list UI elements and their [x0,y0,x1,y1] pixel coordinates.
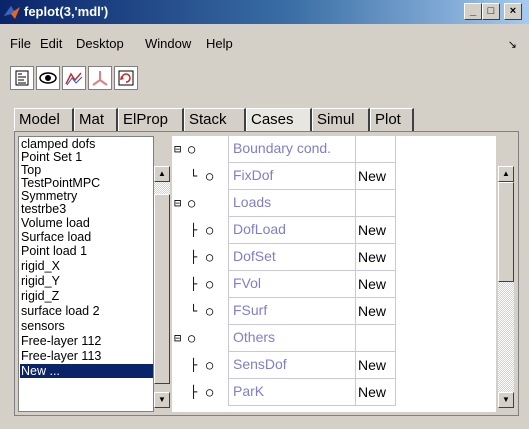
list-item[interactable]: Point load 1 [21,244,87,258]
scroll-up-button[interactable]: ▲ [154,166,170,182]
list-item[interactable]: sensors [21,319,65,333]
tab-plot[interactable]: Plot [370,108,414,132]
refresh-icon [118,70,134,86]
scroll-up-button[interactable]: ▲ [498,166,514,182]
info-button[interactable] [10,66,34,90]
scroll-down-button[interactable]: ▼ [154,392,170,408]
menu-bar: File Edit Desktop Window Help ↘ [0,36,529,56]
list-item[interactable]: Top [21,163,41,177]
mode-shape-icon [65,72,83,86]
tab-cases[interactable]: Cases [246,108,312,132]
tree-row[interactable]: ⊟ ○ Others [172,325,496,352]
axes-button[interactable] [88,66,112,90]
list-item[interactable]: rigid_X [21,259,60,273]
tree-label: FixDof [228,163,356,190]
tab-mat[interactable]: Mat [74,108,118,132]
tree-value[interactable]: New [356,163,396,190]
tree-label: DofSet [228,244,356,271]
tree-label: Loads [228,190,356,217]
tree-row[interactable]: ├ ○ FVol New [172,271,496,298]
list-item[interactable]: rigid_Y [21,274,60,288]
tab-elprop[interactable]: ElProp [118,108,184,132]
scroll-thumb[interactable] [498,182,514,282]
tree-value[interactable]: New [356,379,396,406]
tree-row[interactable]: └ ○ FixDof New [172,163,496,190]
tree-label: Others [228,325,356,352]
view-button[interactable] [36,66,60,90]
list-item[interactable]: clamped dofs [21,137,95,151]
tree-row[interactable]: ├ ○ DofLoad New [172,217,496,244]
list-item[interactable]: Volume load [21,216,90,230]
tree-row[interactable]: ⊟ ○ Loads [172,190,496,217]
list-item-selected[interactable]: New ... [20,364,153,378]
list-item[interactable]: Free-layer 112 [21,334,101,348]
maximize-button[interactable]: □ [482,3,500,20]
tree-label: FVol [228,271,356,298]
scroll-track[interactable] [498,282,514,392]
case-list[interactable]: clamped dofs Point Set 1 Top TestPointMP… [18,136,154,412]
case-tree: ⊟ ○ Boundary cond. └ ○ FixDof New ⊟ ○ Lo… [172,136,496,412]
scroll-track[interactable] [154,182,170,194]
list-item[interactable]: TestPointMPC [21,176,100,190]
list-item[interactable]: Point Set 1 [21,150,82,164]
tree-scrollbar[interactable]: ▲ ▼ [496,136,516,412]
tree-row[interactable]: ├ ○ ParK New [172,379,496,406]
tree-label: FSurf [228,298,356,325]
dock-arrow-icon[interactable]: ↘ [508,38,517,51]
minimize-button[interactable]: _ [464,3,482,20]
tree-row[interactable]: ├ ○ DofSet New [172,244,496,271]
list-scrollbar[interactable]: ▲ ▼ [154,136,170,412]
window-title: feplot(3,'mdl') [24,4,109,19]
tree-value[interactable]: New [356,352,396,379]
tree-connector-icon: ├ [190,385,198,399]
tree-row[interactable]: └ ○ FSurf New [172,298,496,325]
scroll-down-button[interactable]: ▼ [498,392,514,408]
matlab-logo-icon [4,6,20,19]
node-circle-icon: ○ [206,385,214,399]
tree-label: DofLoad [228,217,356,244]
mode-shape-button[interactable] [62,66,86,90]
tree-row[interactable]: ⊟ ○ Boundary cond. [172,136,496,163]
tree-value[interactable]: New [356,271,396,298]
tree-value[interactable] [356,190,396,217]
close-button[interactable]: × [504,3,522,20]
scroll-thumb[interactable] [154,194,170,384]
tree-value[interactable] [356,325,396,352]
list-item[interactable]: Symmetry [21,189,77,203]
list-item[interactable]: Surface load [21,230,91,244]
menu-desktop[interactable]: Desktop [76,36,124,51]
tree-value[interactable] [356,136,396,163]
tree-value[interactable]: New [356,298,396,325]
tree-label: SensDof [228,352,356,379]
tree-value[interactable]: New [356,217,396,244]
tab-stack[interactable]: Stack [184,108,246,132]
info-icon [15,70,29,86]
tree-row[interactable]: ├ ○ SensDof New [172,352,496,379]
tree-value[interactable]: New [356,244,396,271]
list-item[interactable]: surface load 2 [21,304,100,318]
title-bar: feplot(3,'mdl') _ □ × [0,0,529,24]
eye-icon [39,72,57,84]
menu-file[interactable]: File [10,36,31,51]
menu-edit[interactable]: Edit [40,36,62,51]
axes-icon [92,71,108,86]
tab-model[interactable]: Model [14,108,74,132]
list-item[interactable]: testrbe3 [21,202,66,216]
list-item[interactable]: rigid_Z [21,289,59,303]
tree-label: ParK [228,379,356,406]
list-item[interactable]: Free-layer 113 [21,349,101,363]
tree-label: Boundary cond. [228,136,356,163]
refresh-button[interactable] [114,66,138,90]
tab-simul[interactable]: Simul [312,108,370,132]
menu-help[interactable]: Help [206,36,233,51]
menu-window[interactable]: Window [145,36,191,51]
